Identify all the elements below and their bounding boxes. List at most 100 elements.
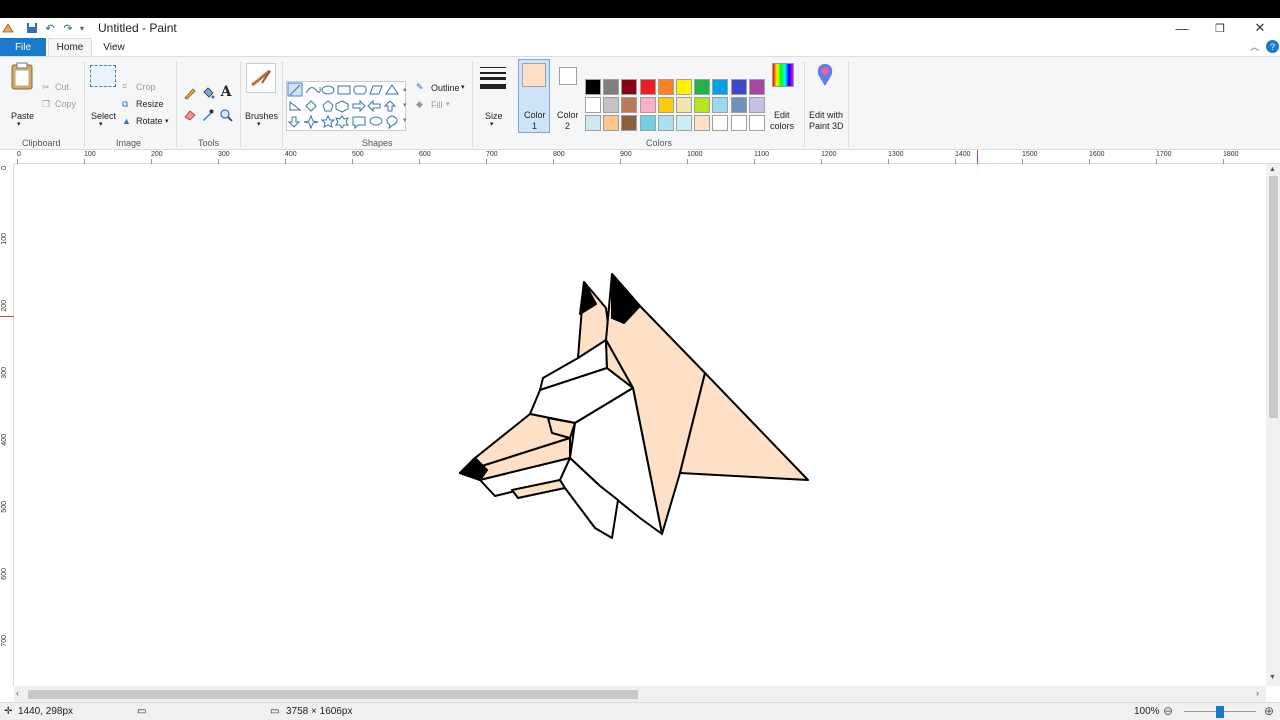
text-tool-icon[interactable]: A: [218, 83, 234, 101]
palette-swatch[interactable]: [730, 97, 747, 113]
undo-icon[interactable]: ↶: [44, 21, 56, 35]
select-button[interactable]: Select: [91, 111, 116, 121]
fill-bucket-icon[interactable]: [200, 85, 216, 101]
palette-swatch[interactable]: [694, 115, 711, 131]
size-icon[interactable]: [478, 63, 508, 93]
palette-swatch[interactable]: [585, 115, 601, 131]
zoom-in-icon[interactable]: ⊕: [1264, 704, 1274, 718]
scroll-down-icon[interactable]: ▼: [1269, 674, 1276, 681]
palette-swatch[interactable]: [730, 115, 747, 131]
horizontal-scroll-thumb[interactable]: [28, 690, 638, 699]
brushes-dropdown-icon[interactable]: ▾: [257, 120, 261, 128]
rotate-button[interactable]: Rotate: [136, 116, 163, 126]
palette-swatch[interactable]: [585, 97, 601, 113]
ruler-tick-label: 300: [218, 151, 230, 158]
paste-icon[interactable]: [8, 61, 36, 91]
paint3d-icon[interactable]: [812, 61, 838, 89]
palette-swatch[interactable]: [657, 97, 674, 113]
edit-colors-label-line1[interactable]: Edit: [774, 110, 790, 120]
palette-swatch[interactable]: [621, 115, 638, 131]
color2-swatch[interactable]: [559, 67, 577, 85]
save-icon[interactable]: [26, 21, 38, 35]
shapes-gallery[interactable]: [286, 81, 406, 131]
pencil-icon[interactable]: [182, 85, 198, 101]
edit-colors-icon[interactable]: [770, 61, 796, 89]
redo-icon[interactable]: ↷: [62, 21, 74, 35]
shapes-expand-icon[interactable]: ▾: [403, 116, 407, 124]
collapse-ribbon-icon[interactable]: ︿: [1250, 40, 1260, 53]
magnifier-icon[interactable]: [218, 107, 234, 123]
shapes-scroll-down-icon[interactable]: ▾: [403, 101, 407, 109]
paint3d-label-line2[interactable]: Paint 3D: [809, 121, 844, 131]
copy-button[interactable]: Copy: [55, 99, 76, 109]
zoom-out-icon[interactable]: ⊖: [1163, 704, 1173, 718]
outline-button[interactable]: Outline: [431, 83, 460, 93]
help-icon[interactable]: ?: [1266, 40, 1279, 53]
paint-app-icon[interactable]: [2, 21, 14, 35]
size-dropdown-icon[interactable]: ▾: [490, 120, 494, 128]
brushes-icon[interactable]: [246, 63, 276, 93]
ribbon-separator: [240, 61, 241, 147]
select-icon[interactable]: [90, 65, 116, 87]
maximize-icon[interactable]: ❐: [1200, 18, 1240, 38]
scroll-up-icon[interactable]: ▲: [1269, 166, 1276, 173]
palette-swatch[interactable]: [603, 115, 620, 131]
palette-swatch[interactable]: [730, 79, 747, 95]
tab-home[interactable]: Home: [48, 38, 92, 56]
palette-swatch[interactable]: [748, 115, 765, 131]
fill-dropdown-icon[interactable]: ▾: [446, 100, 450, 108]
palette-swatch[interactable]: [676, 97, 692, 113]
close-icon[interactable]: ✕: [1240, 18, 1280, 38]
palette-swatch[interactable]: [639, 97, 656, 113]
scroll-right-icon[interactable]: ›: [1256, 688, 1259, 698]
size-button[interactable]: Size: [485, 111, 503, 121]
palette-swatch[interactable]: [585, 79, 601, 95]
cut-button[interactable]: Cut: [55, 82, 69, 92]
palette-swatch[interactable]: [712, 79, 729, 95]
ruler-tick-label: 1000: [687, 151, 703, 158]
palette-swatch[interactable]: [603, 97, 620, 113]
zoom-slider-thumb[interactable]: [1216, 706, 1224, 718]
palette-swatch[interactable]: [657, 115, 674, 131]
palette-swatch[interactable]: [748, 97, 765, 113]
color-picker-icon[interactable]: [200, 107, 216, 123]
crop-button[interactable]: Crop: [136, 82, 156, 92]
eraser-icon[interactable]: [182, 107, 198, 123]
shapes-scroll-up-icon[interactable]: ▴: [403, 85, 407, 93]
canvas[interactable]: [14, 164, 1266, 686]
palette-swatch[interactable]: [748, 79, 765, 95]
horizontal-scrollbar[interactable]: ‹ ›: [14, 686, 1266, 702]
palette-swatch[interactable]: [712, 97, 729, 113]
brushes-button[interactable]: Brushes: [245, 111, 278, 121]
vertical-scroll-thumb[interactable]: [1269, 176, 1278, 418]
palette-swatch[interactable]: [621, 79, 638, 95]
palette-swatch[interactable]: [639, 79, 656, 95]
tab-file[interactable]: File: [0, 38, 46, 56]
vertical-scrollbar[interactable]: ▲ ▼: [1266, 164, 1280, 686]
tab-view[interactable]: View: [96, 38, 132, 56]
palette-swatch[interactable]: [694, 79, 711, 95]
outline-dropdown-icon[interactable]: ▾: [461, 83, 465, 91]
color2-label[interactable]: Color: [557, 110, 579, 120]
palette-swatch[interactable]: [639, 115, 656, 131]
palette-swatch[interactable]: [621, 97, 638, 113]
resize-button[interactable]: Resize: [136, 99, 164, 109]
palette-swatch[interactable]: [694, 97, 711, 113]
colors-group-label: Colors: [646, 138, 673, 148]
paint3d-label-line1[interactable]: Edit with: [809, 110, 843, 120]
rotate-dropdown-icon[interactable]: ▾: [165, 117, 169, 125]
palette-swatch[interactable]: [712, 115, 729, 131]
palette-swatch[interactable]: [603, 79, 620, 95]
edit-colors-label-line2[interactable]: colors: [770, 121, 794, 131]
color1-number: 1: [532, 121, 538, 131]
select-dropdown-icon[interactable]: ▾: [99, 120, 103, 128]
paste-dropdown-icon[interactable]: ▾: [17, 120, 21, 128]
scroll-left-icon[interactable]: ‹: [16, 688, 19, 698]
palette-swatch[interactable]: [676, 79, 692, 95]
palette-swatch[interactable]: [657, 79, 674, 95]
palette-swatch[interactable]: [676, 115, 692, 131]
fill-button[interactable]: Fill: [431, 100, 443, 110]
quick-access-dropdown-icon[interactable]: ▾: [78, 21, 86, 35]
paste-button[interactable]: Paste: [11, 111, 34, 121]
minimize-icon[interactable]: —: [1162, 18, 1202, 38]
